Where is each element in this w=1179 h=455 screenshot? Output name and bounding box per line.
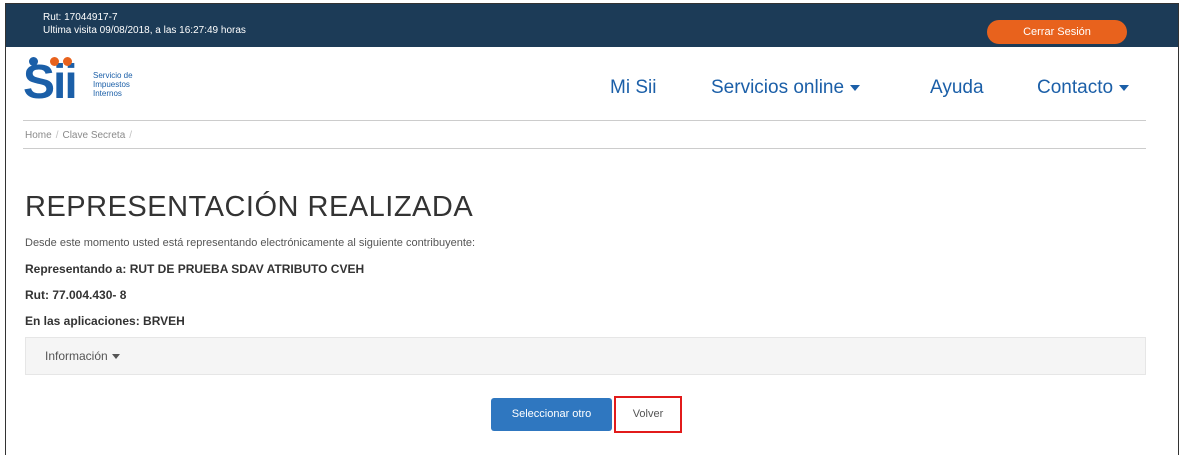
info-panel: Información [25, 337, 1146, 375]
sii-logo[interactable]: Sii Servicio de Impuestos Internos [23, 57, 163, 107]
nav-item-ayuda[interactable]: Ayuda [930, 77, 984, 99]
page-title: REPRESENTACIÓN REALIZADA [25, 191, 474, 223]
top-bar: Rut: 17044917-7 Ultima visita 09/08/2018… [6, 4, 1178, 47]
logo-subtitle-line: Impuestos [93, 80, 130, 89]
caret-down-icon [1119, 84, 1130, 91]
logo-subtitle-line: Internos [93, 89, 122, 98]
logo-subtitle: Servicio de Impuestos Internos [93, 71, 133, 98]
divider [23, 148, 1146, 149]
logo-dot-icon [63, 57, 72, 66]
logo-subtitle-line: Servicio de [93, 71, 133, 80]
aplicaciones-text: En las aplicaciones: BRVEH [25, 314, 185, 328]
logo-dot-icon [29, 57, 38, 66]
info-dropdown-toggle[interactable]: Información [45, 349, 120, 363]
nav-item-servicios-online[interactable]: Servicios online [711, 77, 861, 99]
caret-down-icon [111, 354, 120, 360]
breadcrumb: Home / Clave Secreta / [25, 130, 136, 141]
representando-text: Representando a: RUT DE PRUEBA SDAV ATRI… [25, 262, 365, 276]
main-nav: Sii Servicio de Impuestos Internos Mi Si… [6, 47, 1178, 120]
breadcrumb-separator: / [129, 130, 133, 141]
breadcrumb-separator: / [55, 130, 59, 141]
logo-wordmark: Sii [23, 56, 78, 109]
user-info: Rut: 17044917-7 Ultima visita 09/08/2018… [43, 11, 246, 37]
nav-item-label: Ayuda [930, 77, 984, 98]
logo-dot-icon [50, 57, 59, 66]
divider [23, 120, 1146, 121]
description-text: Desde este momento usted está representa… [25, 237, 476, 249]
nav-item-contacto[interactable]: Contacto [1037, 77, 1130, 99]
breadcrumb-home[interactable]: Home [25, 130, 52, 141]
last-visit: Ultima visita 09/08/2018, a las 16:27:49… [43, 25, 246, 36]
back-button[interactable]: Volver [614, 396, 682, 433]
nav-item-mi-sii[interactable]: Mi Sii [610, 77, 656, 99]
nav-item-label: Mi Sii [610, 77, 657, 98]
caret-down-icon [850, 84, 861, 91]
nav-item-label: Contacto [1037, 77, 1114, 98]
logout-button[interactable]: Cerrar Sesión [987, 20, 1127, 44]
breadcrumb-clave-secreta[interactable]: Clave Secreta [62, 130, 125, 141]
select-other-button[interactable]: Seleccionar otro [491, 398, 612, 431]
nav-item-label: Servicios online [711, 77, 845, 98]
rut-text: Rut: 77.004.430- 8 [25, 288, 127, 302]
user-rut: Rut: 17044917-7 [43, 12, 118, 23]
page-frame: Rut: 17044917-7 Ultima visita 09/08/2018… [5, 3, 1179, 455]
info-label: Información [45, 349, 108, 363]
